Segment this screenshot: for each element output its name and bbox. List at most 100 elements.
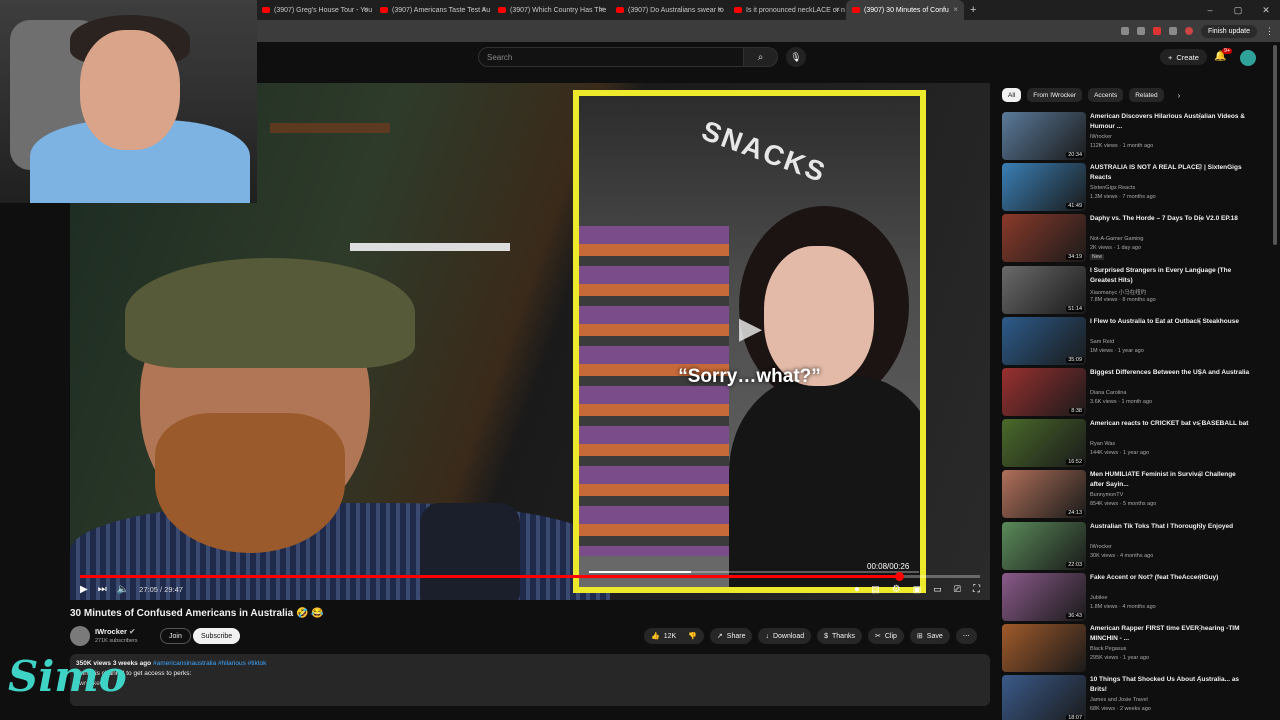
browser-tab[interactable]: (3907) 30 Minutes of Confu ×	[846, 0, 964, 20]
extension-icon[interactable]	[1152, 27, 1161, 35]
recommendation-channel[interactable]: Sam Reid	[1090, 339, 1114, 345]
video-thumbnail[interactable]: 18:07	[1002, 675, 1086, 720]
recommendation-channel[interactable]: SixtenGigs Reacts	[1090, 185, 1135, 191]
recommendation-channel[interactable]: IWrocker	[1090, 544, 1112, 550]
recommendation-item[interactable]: 41:49 AUSTRALIA IS NOT A REAL PLACE! | Si…	[1002, 163, 1268, 212]
more-options-icon[interactable]: ⋮	[1196, 163, 1204, 172]
recommendation-channel[interactable]: Not-A-Gamer Gaming	[1090, 236, 1144, 242]
more-options-icon[interactable]: ⋮	[1196, 624, 1204, 633]
theater-mode-icon[interactable]: ▭	[933, 584, 942, 595]
like-button[interactable]: 👍 12K 👎	[644, 628, 704, 644]
recommendation-item[interactable]: 35:09 I Flew to Australia to Eat at Outba…	[1002, 316, 1268, 365]
search-icon[interactable]: ⌕	[744, 47, 778, 67]
video-thumbnail[interactable]: 22:03	[1002, 521, 1086, 570]
extension-icon[interactable]	[1136, 27, 1145, 35]
autoplay-toggle[interactable]: ⏺	[855, 584, 860, 595]
recommendation-title[interactable]: I Surprised Strangers in Every Language …	[1090, 266, 1250, 286]
recommendation-channel[interactable]: Xiaomanyc 小马在纽约	[1090, 288, 1146, 296]
finish-update-button[interactable]: Finish update	[1200, 24, 1257, 38]
more-options-icon[interactable]: ⋮	[1196, 214, 1204, 223]
recommendation-item[interactable]: 24:13 Men HUMILIATE Feminist in Survival …	[1002, 470, 1268, 519]
minimize-icon[interactable]: –	[1196, 0, 1224, 20]
close-tab-icon[interactable]: ×	[599, 5, 604, 14]
recommendation-title[interactable]: Fake Accent or Not? (feat TheAccentGuy)	[1090, 573, 1250, 583]
settings-gear-icon[interactable]: ⚙	[892, 584, 901, 595]
scrollbar[interactable]	[1273, 45, 1277, 245]
recommendation-title[interactable]: Biggest Differences Between the USA and …	[1090, 368, 1250, 378]
recommendation-title[interactable]: I Flew to Australia to Eat at Outback St…	[1090, 317, 1250, 327]
share-button[interactable]: ↗ Share	[709, 628, 753, 644]
subscribe-button[interactable]: Subscribe	[193, 628, 241, 644]
chevron-right-icon[interactable]: ›	[1178, 91, 1181, 100]
recommendation-channel[interactable]: Ryan Was	[1090, 441, 1115, 447]
filter-chip[interactable]: All	[1002, 88, 1022, 102]
close-tab-icon[interactable]: ×	[953, 5, 958, 14]
more-options-icon[interactable]: ⋮	[1196, 573, 1204, 582]
thumbs-down-icon[interactable]: 👎	[688, 632, 697, 640]
video-thumbnail[interactable]: 8:38	[1002, 368, 1086, 416]
thanks-button[interactable]: $ Thanks	[817, 628, 862, 644]
clip-button[interactable]: ✂ Clip	[867, 628, 904, 644]
recommendation-channel[interactable]: IWrocker	[1090, 134, 1112, 140]
cast-icon[interactable]: ⎚	[954, 584, 961, 595]
recommendation-item[interactable]: 18:07 10 Things That Shocked Us About Aus…	[1002, 675, 1268, 720]
more-options-icon[interactable]: ⋮	[1196, 112, 1204, 121]
play-button-icon[interactable]: ▶	[80, 584, 88, 595]
browser-tab[interactable]: (3907) Americans Taste Test Au ×	[374, 0, 492, 20]
video-thumbnail[interactable]: 16:52	[1002, 419, 1086, 468]
subtitles-icon[interactable]: ▤	[871, 584, 880, 595]
close-tab-icon[interactable]: ×	[717, 5, 722, 14]
more-options-icon[interactable]: ⋮	[1196, 368, 1204, 377]
download-button[interactable]: ↓ Download	[758, 628, 812, 644]
recommendation-item[interactable]: 51:14 I Surprised Strangers in Every Lang…	[1002, 265, 1268, 314]
recommendation-channel[interactable]: James and Josie Travel	[1090, 697, 1148, 703]
next-icon[interactable]: ⏭	[98, 584, 107, 595]
video-thumbnail[interactable]: 24:13	[1002, 470, 1086, 519]
more-actions-button[interactable]: ⋯	[955, 628, 977, 644]
close-window-icon[interactable]: ✕	[1252, 0, 1280, 20]
new-tab-icon[interactable]: +	[970, 4, 976, 16]
extension-icon[interactable]	[1168, 27, 1177, 35]
recommendation-item[interactable]: 16:52 American reacts to CRICKET bat vs B…	[1002, 419, 1268, 468]
more-options-icon[interactable]: ⋮	[1196, 470, 1204, 479]
recommendation-title[interactable]: AUSTRALIA IS NOT A REAL PLACE! | SixtenG…	[1090, 163, 1250, 183]
browser-tab[interactable]: (3907) Do Australians swear to ×	[610, 0, 728, 20]
video-thumbnail[interactable]: 35:09	[1002, 316, 1086, 365]
video-thumbnail[interactable]: 41:49	[1002, 163, 1086, 212]
search-input[interactable]: Search	[478, 47, 744, 67]
description-box[interactable]: 350K views 3 weeks ago #americansinaustr…	[70, 654, 990, 706]
close-tab-icon[interactable]: ×	[481, 5, 486, 14]
more-options-icon[interactable]: ⋮	[1196, 675, 1204, 684]
recommendation-item[interactable]: American Rapper FIRST time EVER hearing …	[1002, 624, 1268, 672]
recommendation-item[interactable]: 34:19 Daphy vs. The Horde – 7 Days To Die…	[1002, 214, 1268, 263]
more-options-icon[interactable]: ⋮	[1196, 317, 1204, 326]
filter-chip[interactable]: Accents	[1088, 88, 1124, 102]
description-link[interactable]: /iwrocker	[76, 679, 984, 689]
browser-tab[interactable]: (3907) Which Country Has The ×	[492, 0, 610, 20]
close-tab-icon[interactable]: ×	[363, 5, 368, 14]
recommendation-title[interactable]: Australian Tik Toks That I Thoroughly En…	[1090, 522, 1250, 532]
recommendation-channel[interactable]: Diana Carolina	[1090, 390, 1126, 396]
maximize-icon[interactable]: ▢	[1224, 0, 1252, 20]
close-tab-icon[interactable]: ×	[835, 5, 840, 14]
video-thumbnail[interactable]: 20:34	[1002, 112, 1086, 160]
filter-chip[interactable]: Related	[1129, 88, 1164, 102]
fullscreen-icon[interactable]: ⛶	[973, 584, 980, 595]
account-avatar[interactable]	[1240, 50, 1256, 66]
hashtags[interactable]: #americansinaustralia #hilarious #tiktok	[153, 660, 266, 667]
recommendation-item[interactable]: 20:34 American Discovers Hilarious Austra…	[1002, 112, 1268, 160]
video-thumbnail[interactable]: 51:14	[1002, 265, 1086, 314]
recommendation-title[interactable]: Men HUMILIATE Feminist in Survival Chall…	[1090, 470, 1250, 490]
video-thumbnail[interactable]: 36:43	[1002, 572, 1086, 621]
recommendation-channel[interactable]: BunnymonTV	[1090, 492, 1123, 498]
more-options-icon[interactable]: ⋮	[1196, 266, 1204, 275]
recommendation-item[interactable]: 8:38 Biggest Differences Between the USA …	[1002, 368, 1268, 416]
recommendation-title[interactable]: Daphy vs. The Horde – 7 Days To Die V2.0…	[1090, 214, 1250, 224]
recommendation-item[interactable]: 36:43 Fake Accent or Not? (feat TheAccent…	[1002, 572, 1268, 621]
volume-icon[interactable]: 🔈	[117, 584, 129, 595]
create-button[interactable]: + Create	[1160, 49, 1207, 65]
recommendation-channel[interactable]: Jubilee	[1090, 595, 1107, 601]
join-button[interactable]: Join	[160, 628, 191, 644]
recommendation-title[interactable]: 10 Things That Shocked Us About Australi…	[1090, 675, 1250, 695]
recommendation-title[interactable]: American reacts to CRICKET bat vs BASEBA…	[1090, 419, 1250, 429]
